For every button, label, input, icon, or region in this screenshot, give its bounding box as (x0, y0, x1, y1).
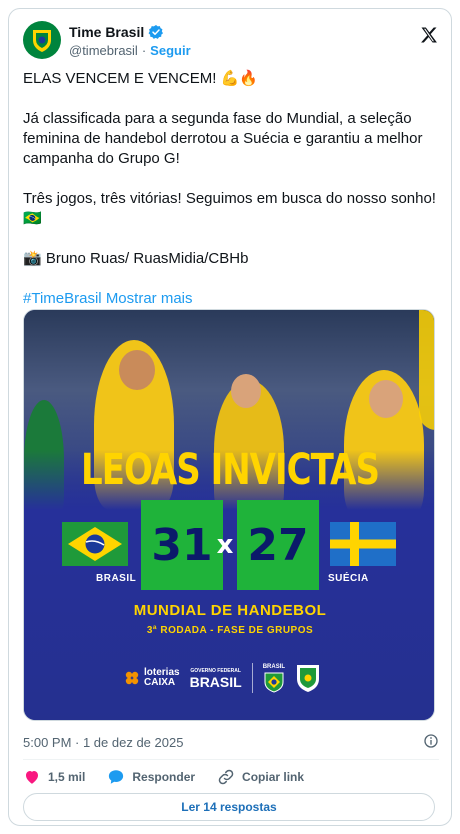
tweet-line-3: Três jogos, três vitórias! Seguimos em b… (23, 190, 436, 227)
team-shield-icon (297, 665, 320, 692)
heart-icon (26, 771, 38, 784)
sponsor2-line-b: BRASIL (189, 673, 242, 690)
governo-federal-logo: GOVERNO FEDERAL BRASIL (190, 668, 242, 689)
sponsor1-line-b: CAIXA (144, 677, 176, 688)
sponsor3-label: BRASIL (262, 663, 286, 670)
tweet-line-2: Já classificada para a segunda fase do M… (23, 110, 423, 167)
brasil-shield-icon (33, 30, 51, 52)
copy-link-button[interactable]: Copiar link (217, 768, 304, 786)
event-round: 3ª RODADA - FASE DE GRUPOS (146, 625, 314, 636)
score-separator: x (216, 530, 234, 560)
reply-button[interactable]: Responder (107, 768, 195, 786)
follow-button[interactable]: Seguir (150, 43, 190, 58)
info-icon[interactable] (423, 733, 439, 749)
author-name[interactable]: Time Brasil (69, 24, 144, 40)
brazil-flag-icon (62, 522, 128, 566)
tweet-timestamp[interactable]: 5:00 PM · 1 de dez de 2025 (23, 735, 183, 750)
link-icon (218, 769, 234, 785)
tweet-links: #TimeBrasil Mostrar mais (23, 289, 439, 309)
tweet-meta: 5:00 PM · 1 de dez de 2025 (23, 733, 439, 750)
tweet-image[interactable]: LEOAS INVICTAS 31 x 27 BRASIL SUÉCIA MUN… (23, 309, 435, 721)
show-more-link[interactable]: Mostrar mais (106, 290, 193, 307)
team-away-label: SUÉCIA (328, 573, 369, 584)
tweet-header: Time Brasil @timebrasil · Seguir (23, 21, 439, 65)
reply-label: Responder (132, 770, 196, 784)
sweden-flag-icon (330, 522, 396, 566)
tweet-card: Time Brasil @timebrasil · Seguir ELAS VE… (8, 8, 452, 826)
like-button[interactable]: 1,5 mil (23, 768, 85, 786)
avatar[interactable] (23, 21, 61, 59)
copy-link-label: Copiar link (242, 770, 305, 784)
clover-icon (125, 671, 139, 685)
read-replies-button[interactable]: Ler 14 respostas (23, 793, 435, 821)
hashtag-link[interactable]: #TimeBrasil (23, 290, 102, 307)
media-headline: LEOAS INVICTAS (81, 445, 380, 495)
author-handle[interactable]: @timebrasil (69, 43, 138, 58)
tweet-line-1: ELAS VENCEM E VENCEM! 💪🔥 (23, 70, 258, 87)
tweet-line-4: 📸 Bruno Ruas/ RuasMidia/CBHb (23, 250, 249, 267)
sponsor-logos: loterias CAIXA GOVERNO FEDERAL BRASIL BR… (124, 660, 344, 696)
team-home-label: BRASIL (96, 573, 137, 584)
divider (23, 759, 439, 760)
event-title: MUNDIAL DE HANDEBOL (133, 602, 327, 619)
x-logo-icon[interactable] (419, 25, 439, 45)
action-bar: 1,5 mil Responder Copiar link (23, 767, 439, 787)
like-count: 1,5 mil (48, 770, 86, 784)
score-home: 31 (141, 500, 223, 590)
speech-bubble-icon (109, 770, 124, 784)
loterias-caixa-logo: loterias CAIXA (124, 668, 180, 688)
verified-badge-icon (148, 25, 164, 39)
dot-separator: · (141, 43, 147, 58)
cob-logo: BRASIL (263, 664, 285, 693)
tweet-text: ELAS VENCEM E VENCEM! 💪🔥 Já classificada… (23, 69, 439, 329)
score-away: 27 (237, 500, 319, 590)
sponsor-divider (251, 663, 253, 693)
brasil-shield-small-icon (264, 672, 284, 693)
